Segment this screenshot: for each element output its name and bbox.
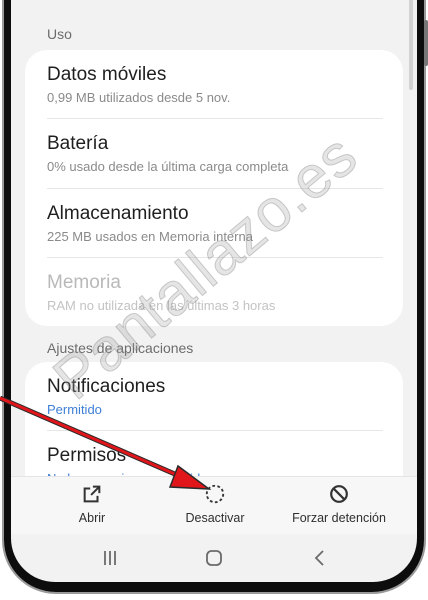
open-label: Abrir (78, 511, 106, 525)
list-item-notifications[interactable]: Notificaciones Permitido (25, 362, 403, 431)
phone-side-button (424, 20, 428, 66)
item-title: Batería (47, 133, 109, 154)
bottom-action-bar: Abrir Desactivar Forzar detención (11, 476, 417, 534)
scroll-indicator[interactable] (409, 0, 413, 90)
item-subtitle: 225 MB usados en Memoria interna (47, 229, 253, 244)
item-subtitle: 0% usado desde la última carga completa (47, 159, 289, 174)
force-stop-label: Forzar detención (292, 511, 386, 525)
item-subtitle: Permitido (47, 402, 102, 417)
home-icon[interactable] (199, 546, 229, 570)
item-subtitle: RAM no utilizada en las últimas 3 horas (47, 298, 276, 313)
item-subtitle: 0,99 MB utilizados desde 5 nov. (47, 90, 231, 105)
phone-frame: Uso Datos móviles 0,99 MB utilizados des… (0, 0, 428, 594)
item-title: Memoria (47, 272, 121, 293)
disable-button[interactable]: Desactivar (179, 483, 251, 527)
dashed-circle-icon (205, 484, 225, 504)
list-item-battery[interactable]: Batería 0% usado desde la última carga c… (25, 119, 403, 189)
list-item-storage[interactable]: Almacenamiento 225 MB usados en Memoria … (25, 189, 403, 258)
no-entry-icon (330, 485, 348, 503)
section-label-app-settings: Ajustes de aplicaciones (47, 340, 194, 356)
open-button[interactable]: Abrir (73, 483, 111, 527)
list-item-mobile-data[interactable]: Datos móviles 0,99 MB utilizados desde 5… (25, 50, 403, 119)
force-stop-button[interactable]: Forzar detención (289, 483, 389, 527)
open-external-icon (83, 485, 101, 503)
item-title: Notificaciones (47, 376, 166, 397)
screen: Uso Datos móviles 0,99 MB utilizados des… (11, 0, 417, 582)
section-label-uso: Uso (47, 26, 72, 42)
disable-label: Desactivar (185, 511, 245, 525)
item-title: Permisos (47, 445, 127, 466)
usage-card: Datos móviles 0,99 MB utilizados desde 5… (25, 50, 403, 326)
item-title: Almacenamiento (47, 203, 189, 224)
item-title: Datos móviles (47, 64, 167, 85)
back-icon[interactable] (305, 546, 335, 570)
list-item-memory: Memoria RAM no utilizada en las últimas … (25, 258, 403, 326)
recents-icon[interactable] (95, 546, 125, 570)
navigation-bar (11, 538, 417, 578)
